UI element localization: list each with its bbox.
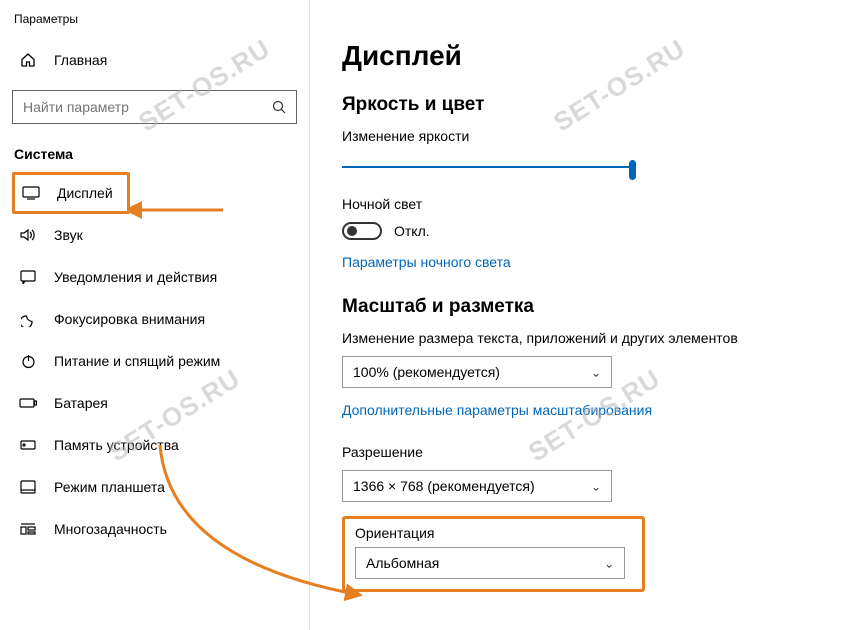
focus-icon [16,312,40,327]
sidebar-item-label: Батарея [40,395,108,411]
sidebar-item-tablet[interactable]: Режим планшета [12,466,297,508]
orientation-highlight: Ориентация Альбомная ⌃ [342,516,645,592]
scale-label: Изменение размера текста, приложений и д… [342,330,822,346]
multitask-icon [16,523,40,535]
display-icon [19,186,43,200]
sidebar-item-power[interactable]: Питание и спящий режим [12,340,297,382]
tablet-icon [16,480,40,494]
sidebar-item-label: Режим планшета [40,479,165,495]
main-panel: Дисплей Яркость и цвет Изменение яркости… [310,0,850,630]
window-title: Параметры [12,8,297,38]
orientation-label: Ориентация [355,525,632,541]
resolution-value: 1366 × 768 (рекомендуется) [353,478,535,494]
sidebar-item-label: Многозадачность [40,521,167,537]
sidebar-item-label: Питание и спящий режим [40,353,220,369]
sidebar-item-label: Дисплей [43,185,113,201]
sidebar-home[interactable]: Главная [12,38,297,82]
search-input[interactable] [21,98,272,116]
power-icon [16,354,40,369]
notifications-icon [16,270,40,284]
resolution-dropdown[interactable]: 1366 × 768 (рекомендуется) ⌃ [342,470,612,502]
sound-icon [16,228,40,242]
brightness-slider[interactable] [342,160,632,174]
page-title: Дисплей [342,40,822,72]
scale-section-title: Масштаб и разметка [342,296,822,318]
search-box[interactable] [12,90,297,124]
chevron-down-icon: ⌃ [591,365,601,379]
sidebar-item-multitask[interactable]: Многозадачность [12,508,297,550]
night-light-label: Ночной свет [342,196,822,212]
search-icon [272,100,288,114]
storage-icon [16,438,40,452]
advanced-scaling-link[interactable]: Дополнительные параметры масштабирования [342,402,652,418]
night-light-settings-link[interactable]: Параметры ночного света [342,254,511,270]
resolution-label: Разрешение [342,444,822,460]
chevron-down-icon: ⌃ [604,556,614,570]
sidebar-item-label: Звук [40,227,83,243]
scale-value: 100% (рекомендуется) [353,364,500,380]
sidebar-home-label: Главная [40,52,107,68]
sidebar-item-notifications[interactable]: Уведомления и действия [12,256,297,298]
night-light-toggle[interactable] [342,222,382,240]
sidebar-item-battery[interactable]: Батарея [12,382,297,424]
orientation-value: Альбомная [366,555,439,571]
scale-dropdown[interactable]: 100% (рекомендуется) ⌃ [342,356,612,388]
sidebar: Параметры Главная Система [0,0,310,630]
sidebar-item-label: Уведомления и действия [40,269,217,285]
sidebar-item-label: Фокусировка внимания [40,311,205,327]
home-icon [16,52,40,68]
sidebar-item-sound[interactable]: Звук [12,214,297,256]
sidebar-item-display[interactable]: Дисплей [12,172,130,214]
sidebar-item-focus[interactable]: Фокусировка внимания [12,298,297,340]
sidebar-item-label: Память устройства [40,437,179,453]
night-light-state: Откл. [394,223,430,239]
sidebar-section-label: Система [12,142,297,172]
brightness-section-title: Яркость и цвет [342,94,822,116]
brightness-label: Изменение яркости [342,128,822,144]
chevron-down-icon: ⌃ [591,479,601,493]
sidebar-item-storage[interactable]: Память устройства [12,424,297,466]
battery-icon [16,397,40,409]
orientation-dropdown[interactable]: Альбомная ⌃ [355,547,625,579]
